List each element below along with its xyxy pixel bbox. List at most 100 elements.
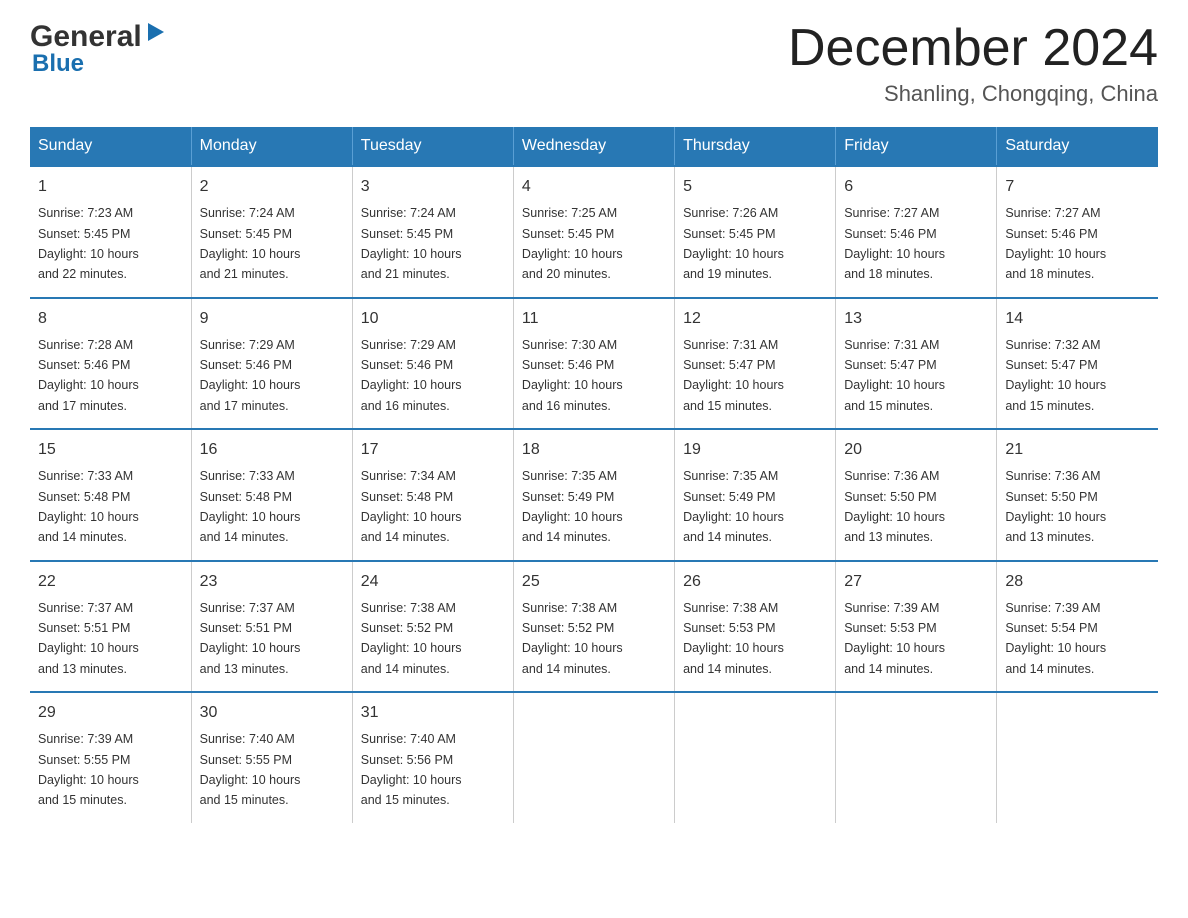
day-info: Sunrise: 7:35 AMSunset: 5:49 PMDaylight:… [522,469,623,544]
day-number: 16 [200,438,344,462]
logo: General Blue [30,20,168,78]
day-number: 19 [683,438,827,462]
day-number: 2 [200,175,344,199]
calendar-cell: 20 Sunrise: 7:36 AMSunset: 5:50 PMDaylig… [836,429,997,561]
calendar-cell: 26 Sunrise: 7:38 AMSunset: 5:53 PMDaylig… [675,561,836,693]
day-number: 25 [522,570,666,594]
day-info: Sunrise: 7:33 AMSunset: 5:48 PMDaylight:… [200,469,301,544]
day-number: 31 [361,701,505,725]
header-saturday: Saturday [997,127,1158,166]
day-info: Sunrise: 7:38 AMSunset: 5:52 PMDaylight:… [361,601,462,676]
day-info: Sunrise: 7:39 AMSunset: 5:55 PMDaylight:… [38,732,139,807]
calendar-cell: 28 Sunrise: 7:39 AMSunset: 5:54 PMDaylig… [997,561,1158,693]
calendar-cell [675,692,836,823]
calendar-cell: 10 Sunrise: 7:29 AMSunset: 5:46 PMDaylig… [352,298,513,430]
calendar-cell: 12 Sunrise: 7:31 AMSunset: 5:47 PMDaylig… [675,298,836,430]
day-number: 27 [844,570,988,594]
day-info: Sunrise: 7:38 AMSunset: 5:52 PMDaylight:… [522,601,623,676]
calendar-title: December 2024 [788,20,1158,77]
calendar-cell: 16 Sunrise: 7:33 AMSunset: 5:48 PMDaylig… [191,429,352,561]
calendar-cell: 19 Sunrise: 7:35 AMSunset: 5:49 PMDaylig… [675,429,836,561]
day-number: 21 [1005,438,1150,462]
calendar-cell: 23 Sunrise: 7:37 AMSunset: 5:51 PMDaylig… [191,561,352,693]
day-number: 28 [1005,570,1150,594]
day-number: 15 [38,438,183,462]
day-info: Sunrise: 7:36 AMSunset: 5:50 PMDaylight:… [844,469,945,544]
day-info: Sunrise: 7:40 AMSunset: 5:55 PMDaylight:… [200,732,301,807]
day-number: 18 [522,438,666,462]
day-info: Sunrise: 7:31 AMSunset: 5:47 PMDaylight:… [844,338,945,413]
day-info: Sunrise: 7:29 AMSunset: 5:46 PMDaylight:… [200,338,301,413]
page-header: General Blue December 2024 Shanling, Cho… [30,20,1158,107]
day-info: Sunrise: 7:23 AMSunset: 5:45 PMDaylight:… [38,206,139,281]
day-number: 6 [844,175,988,199]
header-monday: Monday [191,127,352,166]
day-number: 22 [38,570,183,594]
day-number: 7 [1005,175,1150,199]
calendar-cell: 24 Sunrise: 7:38 AMSunset: 5:52 PMDaylig… [352,561,513,693]
day-number: 4 [522,175,666,199]
calendar-week-2: 8 Sunrise: 7:28 AMSunset: 5:46 PMDayligh… [30,298,1158,430]
calendar-cell: 18 Sunrise: 7:35 AMSunset: 5:49 PMDaylig… [513,429,674,561]
day-number: 11 [522,307,666,331]
calendar-cell: 29 Sunrise: 7:39 AMSunset: 5:55 PMDaylig… [30,692,191,823]
day-number: 9 [200,307,344,331]
day-info: Sunrise: 7:37 AMSunset: 5:51 PMDaylight:… [38,601,139,676]
calendar-cell: 22 Sunrise: 7:37 AMSunset: 5:51 PMDaylig… [30,561,191,693]
calendar-cell: 31 Sunrise: 7:40 AMSunset: 5:56 PMDaylig… [352,692,513,823]
day-info: Sunrise: 7:24 AMSunset: 5:45 PMDaylight:… [200,206,301,281]
day-info: Sunrise: 7:32 AMSunset: 5:47 PMDaylight:… [1005,338,1106,413]
calendar-cell: 3 Sunrise: 7:24 AMSunset: 5:45 PMDayligh… [352,166,513,298]
day-number: 20 [844,438,988,462]
calendar-cell: 5 Sunrise: 7:26 AMSunset: 5:45 PMDayligh… [675,166,836,298]
day-info: Sunrise: 7:25 AMSunset: 5:45 PMDaylight:… [522,206,623,281]
calendar-cell: 25 Sunrise: 7:38 AMSunset: 5:52 PMDaylig… [513,561,674,693]
header-thursday: Thursday [675,127,836,166]
day-info: Sunrise: 7:39 AMSunset: 5:54 PMDaylight:… [1005,601,1106,676]
day-number: 26 [683,570,827,594]
day-info: Sunrise: 7:38 AMSunset: 5:53 PMDaylight:… [683,601,784,676]
day-info: Sunrise: 7:39 AMSunset: 5:53 PMDaylight:… [844,601,945,676]
calendar-cell: 21 Sunrise: 7:36 AMSunset: 5:50 PMDaylig… [997,429,1158,561]
day-info: Sunrise: 7:27 AMSunset: 5:46 PMDaylight:… [1005,206,1106,281]
day-number: 8 [38,307,183,331]
calendar-cell: 14 Sunrise: 7:32 AMSunset: 5:47 PMDaylig… [997,298,1158,430]
calendar-header-row: SundayMondayTuesdayWednesdayThursdayFrid… [30,127,1158,166]
calendar-cell: 11 Sunrise: 7:30 AMSunset: 5:46 PMDaylig… [513,298,674,430]
header-tuesday: Tuesday [352,127,513,166]
day-number: 29 [38,701,183,725]
logo-general-text: General [30,20,142,54]
day-number: 30 [200,701,344,725]
calendar-week-1: 1 Sunrise: 7:23 AMSunset: 5:45 PMDayligh… [30,166,1158,298]
day-info: Sunrise: 7:30 AMSunset: 5:46 PMDaylight:… [522,338,623,413]
day-info: Sunrise: 7:37 AMSunset: 5:51 PMDaylight:… [200,601,301,676]
calendar-cell: 17 Sunrise: 7:34 AMSunset: 5:48 PMDaylig… [352,429,513,561]
day-info: Sunrise: 7:28 AMSunset: 5:46 PMDaylight:… [38,338,139,413]
header-wednesday: Wednesday [513,127,674,166]
day-number: 13 [844,307,988,331]
day-info: Sunrise: 7:27 AMSunset: 5:46 PMDaylight:… [844,206,945,281]
day-info: Sunrise: 7:36 AMSunset: 5:50 PMDaylight:… [1005,469,1106,544]
logo-arrow-icon [146,21,168,48]
calendar-cell: 27 Sunrise: 7:39 AMSunset: 5:53 PMDaylig… [836,561,997,693]
calendar-cell: 4 Sunrise: 7:25 AMSunset: 5:45 PMDayligh… [513,166,674,298]
day-info: Sunrise: 7:29 AMSunset: 5:46 PMDaylight:… [361,338,462,413]
calendar-cell [836,692,997,823]
calendar-cell: 7 Sunrise: 7:27 AMSunset: 5:46 PMDayligh… [997,166,1158,298]
calendar-cell [513,692,674,823]
day-number: 17 [361,438,505,462]
day-number: 3 [361,175,505,199]
header-sunday: Sunday [30,127,191,166]
day-info: Sunrise: 7:35 AMSunset: 5:49 PMDaylight:… [683,469,784,544]
calendar-cell: 1 Sunrise: 7:23 AMSunset: 5:45 PMDayligh… [30,166,191,298]
day-number: 24 [361,570,505,594]
calendar-week-5: 29 Sunrise: 7:39 AMSunset: 5:55 PMDaylig… [30,692,1158,823]
day-info: Sunrise: 7:26 AMSunset: 5:45 PMDaylight:… [683,206,784,281]
day-number: 14 [1005,307,1150,331]
calendar-week-3: 15 Sunrise: 7:33 AMSunset: 5:48 PMDaylig… [30,429,1158,561]
day-info: Sunrise: 7:33 AMSunset: 5:48 PMDaylight:… [38,469,139,544]
day-number: 10 [361,307,505,331]
calendar-table: SundayMondayTuesdayWednesdayThursdayFrid… [30,127,1158,823]
calendar-cell: 15 Sunrise: 7:33 AMSunset: 5:48 PMDaylig… [30,429,191,561]
day-info: Sunrise: 7:40 AMSunset: 5:56 PMDaylight:… [361,732,462,807]
